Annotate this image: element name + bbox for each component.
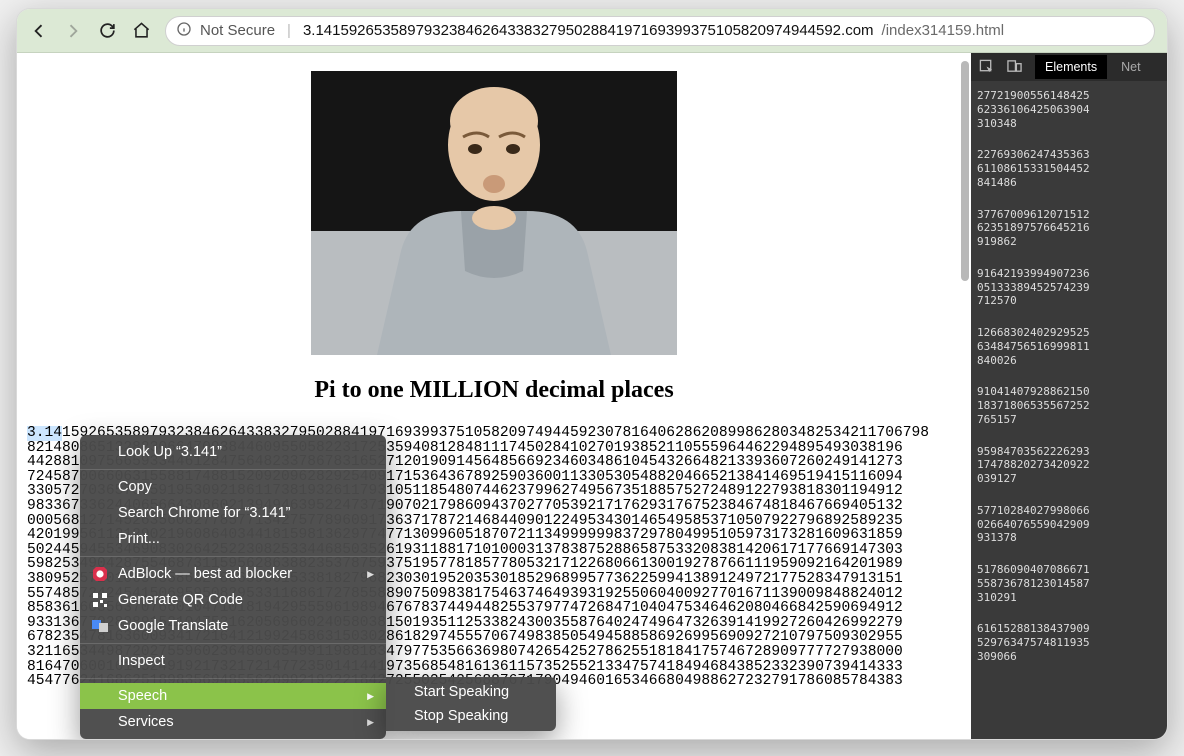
adblock-icon	[92, 566, 108, 582]
devtools-text-block: 95984703562226293 17478820273420922 0391…	[977, 445, 1161, 486]
ctx-services[interactable]: Services	[80, 709, 386, 735]
devtools-text-block: 12668302402929525 63484756516999811 8400…	[977, 326, 1161, 367]
ctx-separator	[80, 469, 386, 470]
addr-path: /index314159.html	[882, 22, 1005, 39]
speech-start[interactable]: Start Speaking	[386, 680, 556, 704]
context-menu: Look Up “3.141” Copy Search Chrome for “…	[80, 435, 386, 739]
forward-button[interactable]	[63, 21, 83, 41]
home-button[interactable]	[131, 21, 151, 41]
devtools-text-block: 57710284027998066 02664076559042909 9313…	[977, 504, 1161, 545]
devtools-text-block: 22769306247435363 61108615331504452 8414…	[977, 148, 1161, 189]
ctx-search[interactable]: Search Chrome for “3.141”	[80, 500, 386, 526]
devtools-tab-elements[interactable]: Elements	[1035, 55, 1107, 79]
qr-icon	[92, 592, 108, 608]
ctx-lookup[interactable]: Look Up “3.141”	[80, 439, 386, 465]
scrollbar-thumb[interactable]	[961, 61, 969, 281]
devtools-text-block: 27721900556148425 62336106425063904 3103…	[977, 89, 1161, 130]
devtools-text-block: 51786090407086671 55873678123014587 3102…	[977, 563, 1161, 604]
devtools-panel: Elements Net 27721900556148425 623361064…	[971, 53, 1167, 739]
ctx-separator	[80, 556, 386, 557]
reload-button[interactable]	[97, 21, 117, 41]
site-info-icon[interactable]	[176, 21, 192, 41]
devtools-text-block: 37767009612071512 62351897576645216 9198…	[977, 208, 1161, 249]
browser-window: Not Secure | 3.1415926535897932384626433…	[16, 8, 1168, 740]
devtools-tabs: Elements Net	[971, 53, 1167, 81]
ctx-print[interactable]: Print...	[80, 526, 386, 552]
speech-stop[interactable]: Stop Speaking	[386, 704, 556, 728]
hero-image	[311, 71, 677, 355]
ctx-adblock[interactable]: AdBlock — best ad blocker	[80, 561, 386, 587]
addr-separator: |	[287, 22, 291, 39]
page-title: Pi to one MILLION decimal places	[17, 377, 971, 404]
speech-submenu: Start Speaking Stop Speaking	[386, 677, 556, 731]
ctx-speech[interactable]: Speech	[80, 683, 386, 709]
ctx-copy[interactable]: Copy	[80, 474, 386, 500]
translate-icon	[92, 618, 108, 634]
not-secure-label: Not Secure	[200, 22, 275, 39]
inspect-element-icon[interactable]	[979, 59, 995, 75]
ctx-qr[interactable]: Generate QR Code	[80, 587, 386, 613]
device-toggle-icon[interactable]	[1007, 59, 1023, 75]
nav-buttons	[29, 21, 151, 41]
devtools-text-block: 91642193994907236 05133389452574239 7125…	[977, 267, 1161, 308]
devtools-tab-network[interactable]: Net	[1119, 55, 1142, 79]
addr-host: 3.14159265358979323846264338327950288419…	[303, 22, 874, 39]
ctx-inspect[interactable]: Inspect	[80, 648, 386, 674]
devtools-text-block: 61615288138437909 52976347574811935 3090…	[977, 622, 1161, 663]
back-button[interactable]	[29, 21, 49, 41]
ctx-translate[interactable]: Google Translate	[80, 613, 386, 639]
devtools-body[interactable]: 27721900556148425 62336106425063904 3103…	[971, 81, 1167, 690]
ctx-separator	[80, 643, 386, 644]
browser-toolbar: Not Secure | 3.1415926535897932384626433…	[17, 9, 1167, 53]
devtools-text-block: 91041407928862150 18371806535567252 7651…	[977, 385, 1161, 426]
ctx-separator	[80, 678, 386, 679]
address-bar[interactable]: Not Secure | 3.1415926535897932384626433…	[165, 16, 1155, 46]
